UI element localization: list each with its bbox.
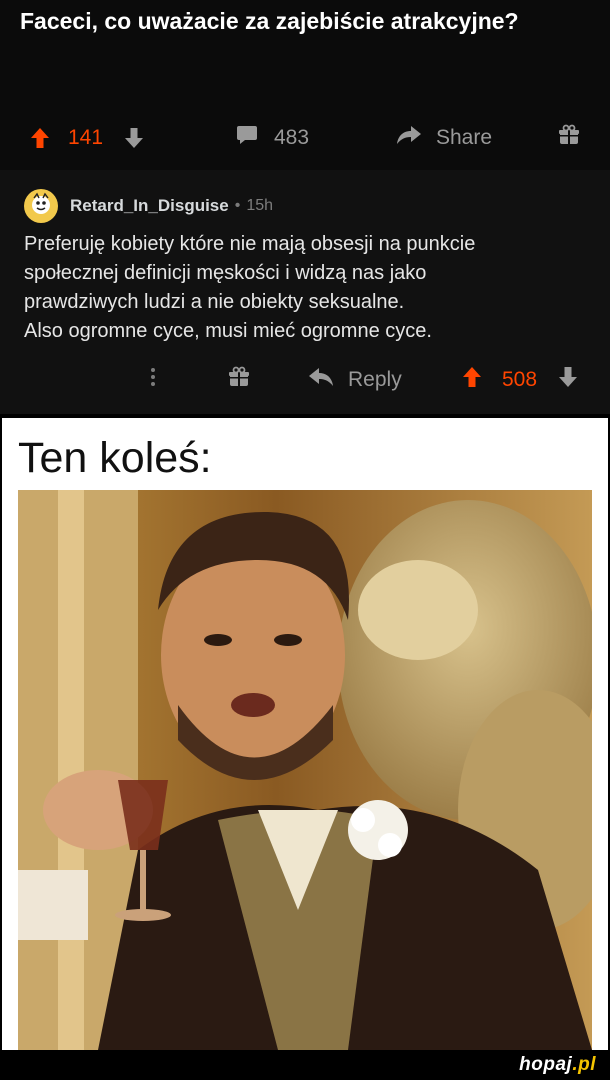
comment: Retard_In_Disguise • 15h Preferuję kobie… [0, 170, 610, 414]
comments-button[interactable]: 483 [236, 118, 309, 158]
post-header: Faceci, co uważacie za zajebiście atrakc… [0, 0, 610, 170]
comment-score: 508 [502, 368, 538, 391]
comment-line: Preferuję kobiety które nie mają obsesji… [24, 233, 476, 255]
watermark-logo: hopaj.pl [519, 1054, 596, 1076]
comment-actions-bar: Reply 508 [0, 360, 610, 400]
comment-bubble-icon [236, 125, 258, 151]
more-options-button[interactable] [150, 360, 156, 400]
share-label: Share [436, 126, 493, 149]
meme-panel: Ten koleś: [2, 418, 608, 1050]
reply-label: Reply [348, 368, 402, 391]
gift-icon [228, 366, 250, 394]
meta-separator: • [234, 197, 241, 214]
comment-meta: Retard_In_Disguise • 15h [24, 188, 273, 224]
meme-caption: Ten koleś: [18, 434, 212, 482]
upvote-button[interactable] [30, 118, 50, 158]
comment-downvote-button[interactable] [558, 360, 578, 400]
reply-arrow-icon [308, 367, 334, 393]
arrow-down-icon [558, 366, 578, 394]
avatar[interactable] [24, 189, 58, 223]
post-actions-bar: 141 483 Share [0, 118, 610, 158]
comment-line: Also ogromne cyce, musi mieć ogromne cyc… [24, 320, 432, 342]
gift-icon [558, 124, 580, 152]
comment-upvote-button[interactable] [462, 360, 482, 400]
arrow-up-icon [462, 366, 482, 394]
downvote-button[interactable] [124, 118, 144, 158]
more-dots-icon [150, 366, 156, 394]
comment-author[interactable]: Retard_In_Disguise [70, 196, 229, 216]
post-title: Faceci, co uważacie za zajebiście atrakc… [20, 8, 519, 34]
award-button[interactable] [558, 118, 580, 158]
share-button[interactable]: Share [396, 118, 492, 158]
comment-line: prawdziwych ludzi a nie obiekty seksualn… [24, 291, 405, 313]
watermark-brand: hopaj [519, 1054, 573, 1075]
post-score: 141 [68, 126, 104, 149]
comment-age: 15h [246, 197, 274, 214]
arrow-down-icon [124, 127, 144, 149]
watermark-tld: .pl [572, 1054, 596, 1075]
avatar-icon [28, 191, 54, 222]
arrow-up-icon [30, 127, 50, 149]
meme-photo [18, 490, 592, 1050]
reply-button[interactable]: Reply [308, 360, 402, 400]
comments-count: 483 [274, 126, 310, 149]
comment-body: Preferuję kobiety które nie mają obsesji… [24, 230, 594, 346]
comment-line: społecznej definicji męskości i widzą na… [24, 262, 427, 284]
comment-award-button[interactable] [228, 360, 250, 400]
share-arrow-icon [396, 125, 422, 151]
